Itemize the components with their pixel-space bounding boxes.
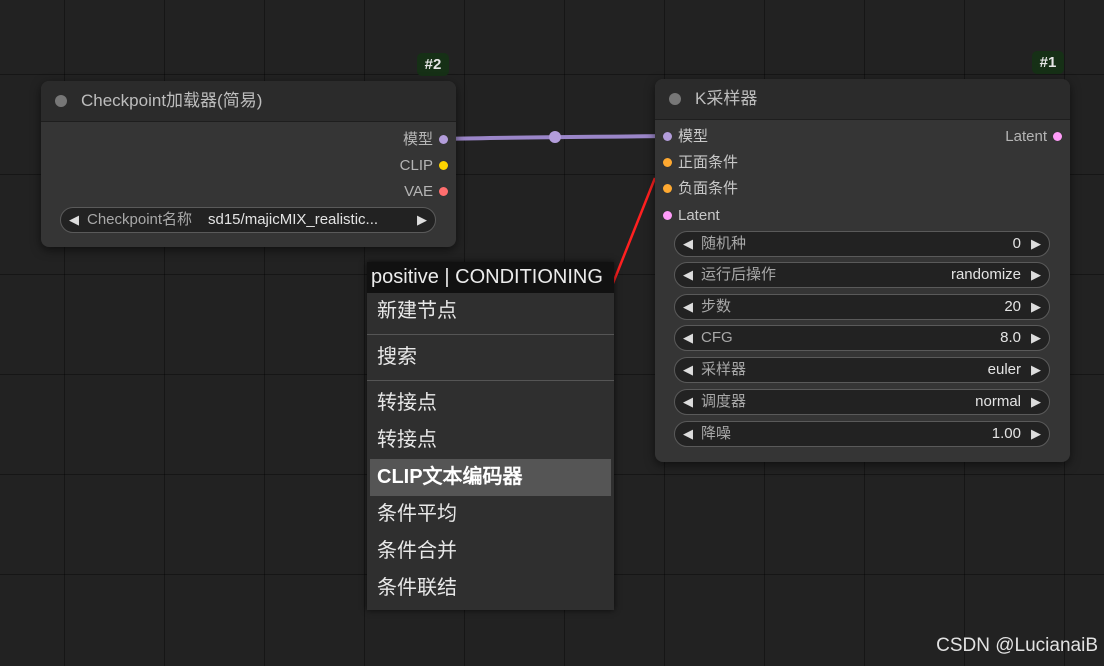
latent-socket-icon[interactable] [1053, 131, 1062, 141]
widget-value: 0 [1012, 235, 1021, 252]
arrow-left-icon[interactable]: ◀ [683, 390, 693, 414]
output-label-vae: VAE [404, 183, 433, 200]
widget-label: 调度器 [701, 393, 747, 410]
widget-value: 8.0 [1000, 329, 1021, 346]
output-label-latent: Latent [1005, 128, 1047, 145]
menu-item-conditioning-average[interactable]: 条件平均 [370, 496, 611, 533]
watermark: CSDN @LucianaiB [936, 635, 1098, 656]
arrow-right-icon[interactable]: ▶ [417, 208, 427, 232]
arrow-left-icon[interactable]: ◀ [683, 263, 693, 287]
arrow-right-icon[interactable]: ▶ [1031, 422, 1041, 446]
widget-value: 1.00 [991, 425, 1021, 442]
widget-value: normal [975, 393, 1021, 410]
widget-value: sd15/majicMIX_realistic... [208, 211, 379, 228]
input-slot-negative[interactable]: 负面条件 [663, 178, 738, 200]
latent-socket-icon[interactable] [663, 210, 672, 220]
sampler-widget[interactable]: ◀ 采样器 euler ▶ [674, 357, 1050, 383]
collapse-dot-icon[interactable] [669, 93, 681, 105]
menu-separator [367, 334, 614, 335]
arrow-right-icon[interactable]: ▶ [1031, 326, 1041, 350]
input-label-negative: 负面条件 [678, 180, 739, 197]
arrow-left-icon[interactable]: ◀ [683, 358, 693, 382]
arrow-left-icon[interactable]: ◀ [683, 232, 693, 256]
menu-item-conditioning-concat[interactable]: 条件联结 [370, 570, 611, 607]
conditioning-socket-icon[interactable] [663, 157, 672, 167]
arrow-right-icon[interactable]: ▶ [1031, 232, 1041, 256]
widget-label: CFG [701, 329, 733, 346]
context-menu-title: positive | CONDITIONING [367, 262, 614, 293]
widget-label: 随机种 [701, 235, 747, 252]
model-socket-icon[interactable] [439, 134, 448, 144]
widget-label: 降噪 [701, 425, 732, 442]
arrow-left-icon[interactable]: ◀ [69, 208, 79, 232]
output-slot-model[interactable]: 模型 [403, 129, 448, 151]
widget-value: euler [987, 361, 1021, 378]
menu-item-clip-text-encode[interactable]: CLIP文本编码器 [370, 459, 611, 496]
denoise-widget[interactable]: ◀ 降噪 1.00 ▶ [674, 421, 1050, 447]
arrow-right-icon[interactable]: ▶ [1031, 358, 1041, 382]
node-id-badge: #2 [417, 53, 449, 76]
node-graph-canvas[interactable]: #2 Checkpoint加载器(简易) 模型 CLIP VAE ◀ Check… [0, 0, 1104, 666]
output-label-model: 模型 [402, 131, 433, 148]
arrow-right-icon[interactable]: ▶ [1031, 390, 1041, 414]
input-label-positive: 正面条件 [678, 154, 739, 171]
menu-item-reroute[interactable]: 转接点 [370, 385, 611, 422]
scheduler-widget[interactable]: ◀ 调度器 normal ▶ [674, 389, 1050, 415]
arrow-left-icon[interactable]: ◀ [683, 326, 693, 350]
output-label-clip: CLIP [399, 157, 433, 174]
menu-item-new-node[interactable]: 新建节点 [370, 293, 611, 330]
collapse-dot-icon[interactable] [55, 95, 67, 107]
context-menu[interactable]: positive | CONDITIONING 新建节点 搜索 转接点 转接点 … [367, 262, 614, 610]
arrow-right-icon[interactable]: ▶ [1031, 295, 1041, 319]
arrow-left-icon[interactable]: ◀ [683, 295, 693, 319]
widget-value: randomize [950, 266, 1021, 283]
widget-label: Checkpoint名称 [87, 211, 193, 228]
widget-label: 运行后操作 [701, 266, 777, 283]
arrow-left-icon[interactable]: ◀ [683, 422, 693, 446]
menu-item-search[interactable]: 搜索 [370, 339, 611, 376]
menu-item-conditioning-combine[interactable]: 条件合并 [370, 533, 611, 570]
widget-value: 20 [1004, 298, 1021, 315]
menu-item-reroute[interactable]: 转接点 [370, 422, 611, 459]
model-link [442, 134, 669, 141]
node-title-bar[interactable]: K采样器 [655, 79, 1070, 120]
input-slot-model[interactable]: 模型 [663, 126, 708, 148]
widget-label: 采样器 [701, 361, 747, 378]
checkpoint-name-combo[interactable]: ◀ Checkpoint名称 sd15/majicMIX_realistic..… [60, 207, 436, 233]
input-slot-latent[interactable]: Latent [663, 205, 720, 227]
output-slot-vae[interactable]: VAE [404, 181, 448, 203]
model-socket-icon[interactable] [663, 131, 672, 141]
input-label-model: 模型 [678, 128, 709, 145]
seed-widget[interactable]: ◀ 随机种 0 ▶ [674, 231, 1050, 257]
link-midpoint [549, 131, 561, 143]
node-id-badge: #1 [1032, 51, 1064, 74]
checkpoint-loader-node[interactable]: Checkpoint加载器(简易) 模型 CLIP VAE ◀ Checkpoi… [41, 81, 456, 247]
arrow-right-icon[interactable]: ▶ [1031, 263, 1041, 287]
menu-separator [367, 380, 614, 381]
node-title: Checkpoint加载器(简易) [81, 91, 263, 110]
clip-socket-icon[interactable] [439, 160, 448, 170]
widget-label: 步数 [701, 298, 732, 315]
output-slot-clip[interactable]: CLIP [400, 155, 448, 177]
conditioning-socket-icon[interactable] [663, 183, 672, 193]
input-slot-positive[interactable]: 正面条件 [663, 152, 738, 174]
steps-widget[interactable]: ◀ 步数 20 ▶ [674, 294, 1050, 320]
control-after-generate-widget[interactable]: ◀ 运行后操作 randomize ▶ [674, 262, 1050, 288]
cfg-widget[interactable]: ◀ CFG 8.0 ▶ [674, 325, 1050, 351]
input-label-latent: Latent [678, 207, 720, 224]
vae-socket-icon[interactable] [439, 186, 448, 196]
node-title: K采样器 [695, 89, 758, 108]
ksampler-node[interactable]: K采样器 模型 Latent 正面条件 负面条件 Latent ◀ 随机种 0 … [655, 79, 1070, 462]
node-title-bar[interactable]: Checkpoint加载器(简易) [41, 81, 456, 122]
output-slot-latent[interactable]: Latent [1005, 126, 1062, 148]
